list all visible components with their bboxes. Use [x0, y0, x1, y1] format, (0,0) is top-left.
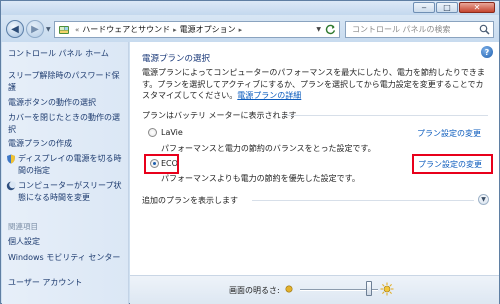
sidebar-link-personalization[interactable]: 個人設定: [8, 236, 40, 247]
close-button[interactable]: ✕: [459, 2, 495, 13]
power-plan-details-link[interactable]: 電源プランの詳細: [237, 91, 301, 100]
minimize-button[interactable]: ‒: [413, 2, 435, 13]
address-bar[interactable]: « ハードウェアとサウンド ▸ 電源オプション ▸ ▼: [54, 21, 340, 38]
section-divider: [284, 115, 488, 116]
sidebar-link-control-panel-home[interactable]: コントロール パネル ホーム: [8, 48, 109, 59]
address-prefix[interactable]: «: [75, 26, 79, 34]
page-description: 電源プランによってコンピューターのパフォーマンスを最大にしたり、電力を節約したり…: [142, 67, 487, 102]
additional-plans-divider: [252, 200, 474, 201]
maximize-button[interactable]: □: [436, 2, 458, 13]
refresh-icon[interactable]: [324, 24, 336, 35]
eco-highlight-box: [144, 154, 179, 174]
sidebar-link-sleep-time[interactable]: コンピューターがスリープ状態になる時間を変更: [18, 180, 124, 204]
show-additional-plans[interactable]: 追加のプランを表示します: [142, 195, 238, 206]
sidebar-link-mobility-center[interactable]: Windows モビリティ センター: [8, 252, 120, 263]
search-box[interactable]: [345, 21, 494, 38]
section-heading: プランはバッテリ メーターに表示されます: [142, 111, 297, 120]
sidebar-link-display-off[interactable]: ディスプレイの電源を切る時間の指定: [18, 153, 124, 177]
breadcrumb-hardware-sound[interactable]: ハードウェアとサウンド: [82, 24, 170, 35]
page-title: 電源プランの選択: [142, 54, 211, 64]
plan-name-lavie[interactable]: LaVie: [161, 128, 183, 137]
brightness-low-icon: [284, 284, 294, 294]
breadcrumb-power-options[interactable]: 電源オプション: [180, 24, 236, 35]
control-panel-icon: [58, 24, 70, 36]
breadcrumb-separator[interactable]: ▸: [173, 26, 177, 34]
plan-description-eco: パフォーマンスよりも電力の節約を優先した設定です。: [161, 174, 360, 183]
plan-settings-highlight-box: [412, 154, 493, 174]
sidebar-link-user-accounts[interactable]: ユーザー アカウント: [8, 277, 82, 288]
brightness-label: 画面の明るさ:: [229, 286, 280, 295]
sidebar-link-power-buttons[interactable]: 電源ボタンの動作の選択: [8, 97, 124, 109]
plan-description-lavie: パフォーマンスと電力の節約のバランスをとった設定です。: [161, 144, 376, 153]
back-button[interactable]: ◀: [6, 20, 24, 38]
brightness-high-icon: [380, 282, 394, 296]
breadcrumb-separator-end[interactable]: ▸: [239, 26, 243, 34]
sidebar-link-create-plan[interactable]: 電源プランの作成: [8, 138, 124, 150]
window-controls: ‒ □ ✕: [413, 2, 495, 13]
expand-chevron-icon[interactable]: ▼: [478, 194, 489, 205]
title-bar: ‒ □ ✕: [1, 1, 499, 15]
plan-radio-lavie[interactable]: [148, 128, 157, 137]
control-panel-window: ‒ □ ✕ ◀ ▶ ▼ « ハードウェアとサウンド ▸ 電源オプション ▸ ▼: [0, 0, 500, 304]
related-heading: 関連項目: [8, 222, 38, 231]
brightness-bar: 画面の明るさ:: [130, 275, 499, 304]
sidebar-link-lid-action[interactable]: カバーを閉じたときの動作の選択: [8, 112, 124, 136]
help-icon[interactable]: ?: [481, 46, 493, 58]
address-dropdown-icon[interactable]: ▼: [316, 26, 321, 33]
left-nav-pane: コントロール パネル ホーム スリープ解除時のパスワード保護 電源ボタンの動作の…: [2, 42, 129, 304]
plan-settings-link-lavie[interactable]: プラン設定の変更: [417, 128, 481, 139]
moon-icon: [6, 181, 16, 191]
description-text: 電源プランによってコンピューターのパフォーマンスを最大にしたり、電力を節約したり…: [142, 68, 485, 100]
main-content: ? 電源プランの選択 電源プランによってコンピューターのパフォーマンスを最大にし…: [130, 42, 499, 275]
navigation-bar: ◀ ▶ ▼ « ハードウェアとサウンド ▸ 電源オプション ▸ ▼: [1, 15, 499, 42]
forward-button[interactable]: ▶: [26, 20, 44, 38]
brightness-slider-thumb[interactable]: [366, 281, 372, 296]
search-icon[interactable]: [479, 24, 490, 35]
search-input[interactable]: [346, 22, 476, 37]
recent-pages-dropdown-icon[interactable]: ▼: [46, 26, 51, 33]
sidebar-link-wake-password[interactable]: スリープ解除時のパスワード保護: [8, 70, 124, 94]
shield-icon: [6, 154, 16, 164]
